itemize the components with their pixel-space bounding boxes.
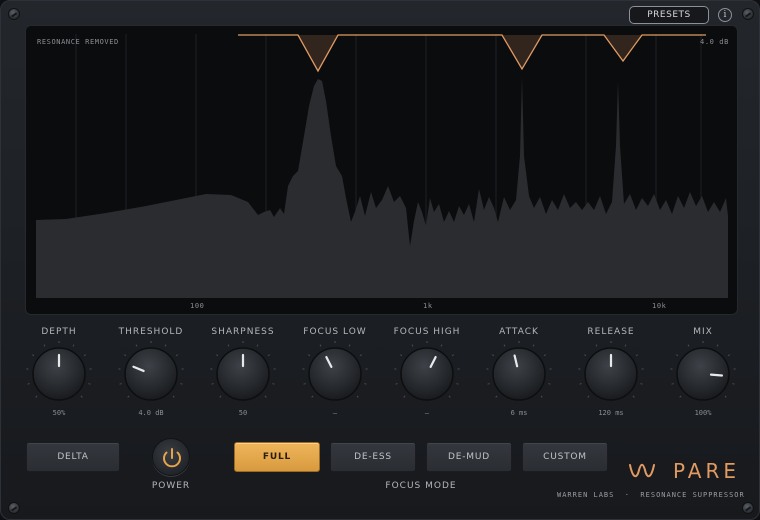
focus-low-value: — xyxy=(332,409,338,417)
focus-low-label: FOCUS LOW xyxy=(303,327,367,337)
release-label: RELEASE xyxy=(587,327,635,337)
focus-mode-de-mud-button[interactable]: DE-MUD xyxy=(426,442,512,472)
brand-name: PARE xyxy=(673,459,740,483)
reduction-curve xyxy=(238,34,706,73)
focus-mode-full-button[interactable]: FULL xyxy=(234,442,320,472)
release-value: 120 ms xyxy=(598,409,624,417)
screw-top-right xyxy=(742,8,754,20)
power-icon xyxy=(163,448,181,468)
sharpness-knob[interactable] xyxy=(208,339,278,409)
spectrum-area xyxy=(36,76,728,298)
focus-high-value: — xyxy=(424,409,430,417)
max-reduction-readout: 4.0 dB xyxy=(700,38,729,46)
freq-label-10k: 10k xyxy=(652,302,667,310)
freq-label-100: 100 xyxy=(190,302,205,310)
attack-value: 6 ms xyxy=(510,409,528,417)
release-knob[interactable] xyxy=(576,339,646,409)
spectrum-graph xyxy=(36,34,728,298)
focus-high-label: FOCUS HIGH xyxy=(393,327,461,337)
depth-label: DEPTH xyxy=(41,327,77,337)
spectrum-display: RESONANCE REMOVED 4.0 dB 100 1k 10k xyxy=(25,25,738,315)
sharpness-value: 50 xyxy=(238,409,248,417)
threshold-value: 4.0 dB xyxy=(138,409,164,417)
screw-top-left xyxy=(8,8,20,20)
focus-mode-label: FOCUS MODE xyxy=(385,481,457,491)
delta-button[interactable]: DELTA xyxy=(26,442,120,472)
threshold-label: THRESHOLD xyxy=(118,327,184,337)
focus-high-knob[interactable] xyxy=(392,339,462,409)
power-label: POWER xyxy=(151,481,191,491)
attack-label: ATTACK xyxy=(499,327,539,337)
mix-label: MIX xyxy=(693,327,713,337)
brand-subtitle: WARREN LABS · RESONANCE SUPPRESSOR xyxy=(557,491,745,499)
screw-bottom-left xyxy=(8,502,20,514)
sharpness-label: SHARPNESS xyxy=(211,327,275,337)
focus-low-knob[interactable] xyxy=(300,339,370,409)
depth-value: 50% xyxy=(52,409,66,417)
mix-indicator xyxy=(709,373,724,377)
presets-button[interactable]: PRESETS xyxy=(629,6,709,24)
attack-knob[interactable] xyxy=(484,339,554,409)
focus-mode-custom-button[interactable]: CUSTOM xyxy=(522,442,608,472)
mix-knob[interactable] xyxy=(668,339,738,409)
depth-knob[interactable] xyxy=(24,339,94,409)
display-title: RESONANCE REMOVED xyxy=(37,38,119,46)
focus-mode-de-ess-button[interactable]: DE-ESS xyxy=(330,442,416,472)
freq-label-1k: 1k xyxy=(423,302,433,310)
mix-value: 100% xyxy=(694,409,712,417)
threshold-knob[interactable] xyxy=(116,339,186,409)
info-button[interactable]: i xyxy=(718,8,732,22)
plugin-window: PRESETS i RESONANCE REMOVED 4.0 dB 100 1… xyxy=(0,0,760,520)
power-button[interactable] xyxy=(152,438,190,476)
screw-bottom-right xyxy=(742,502,754,514)
brand-logo-icon xyxy=(629,463,655,478)
